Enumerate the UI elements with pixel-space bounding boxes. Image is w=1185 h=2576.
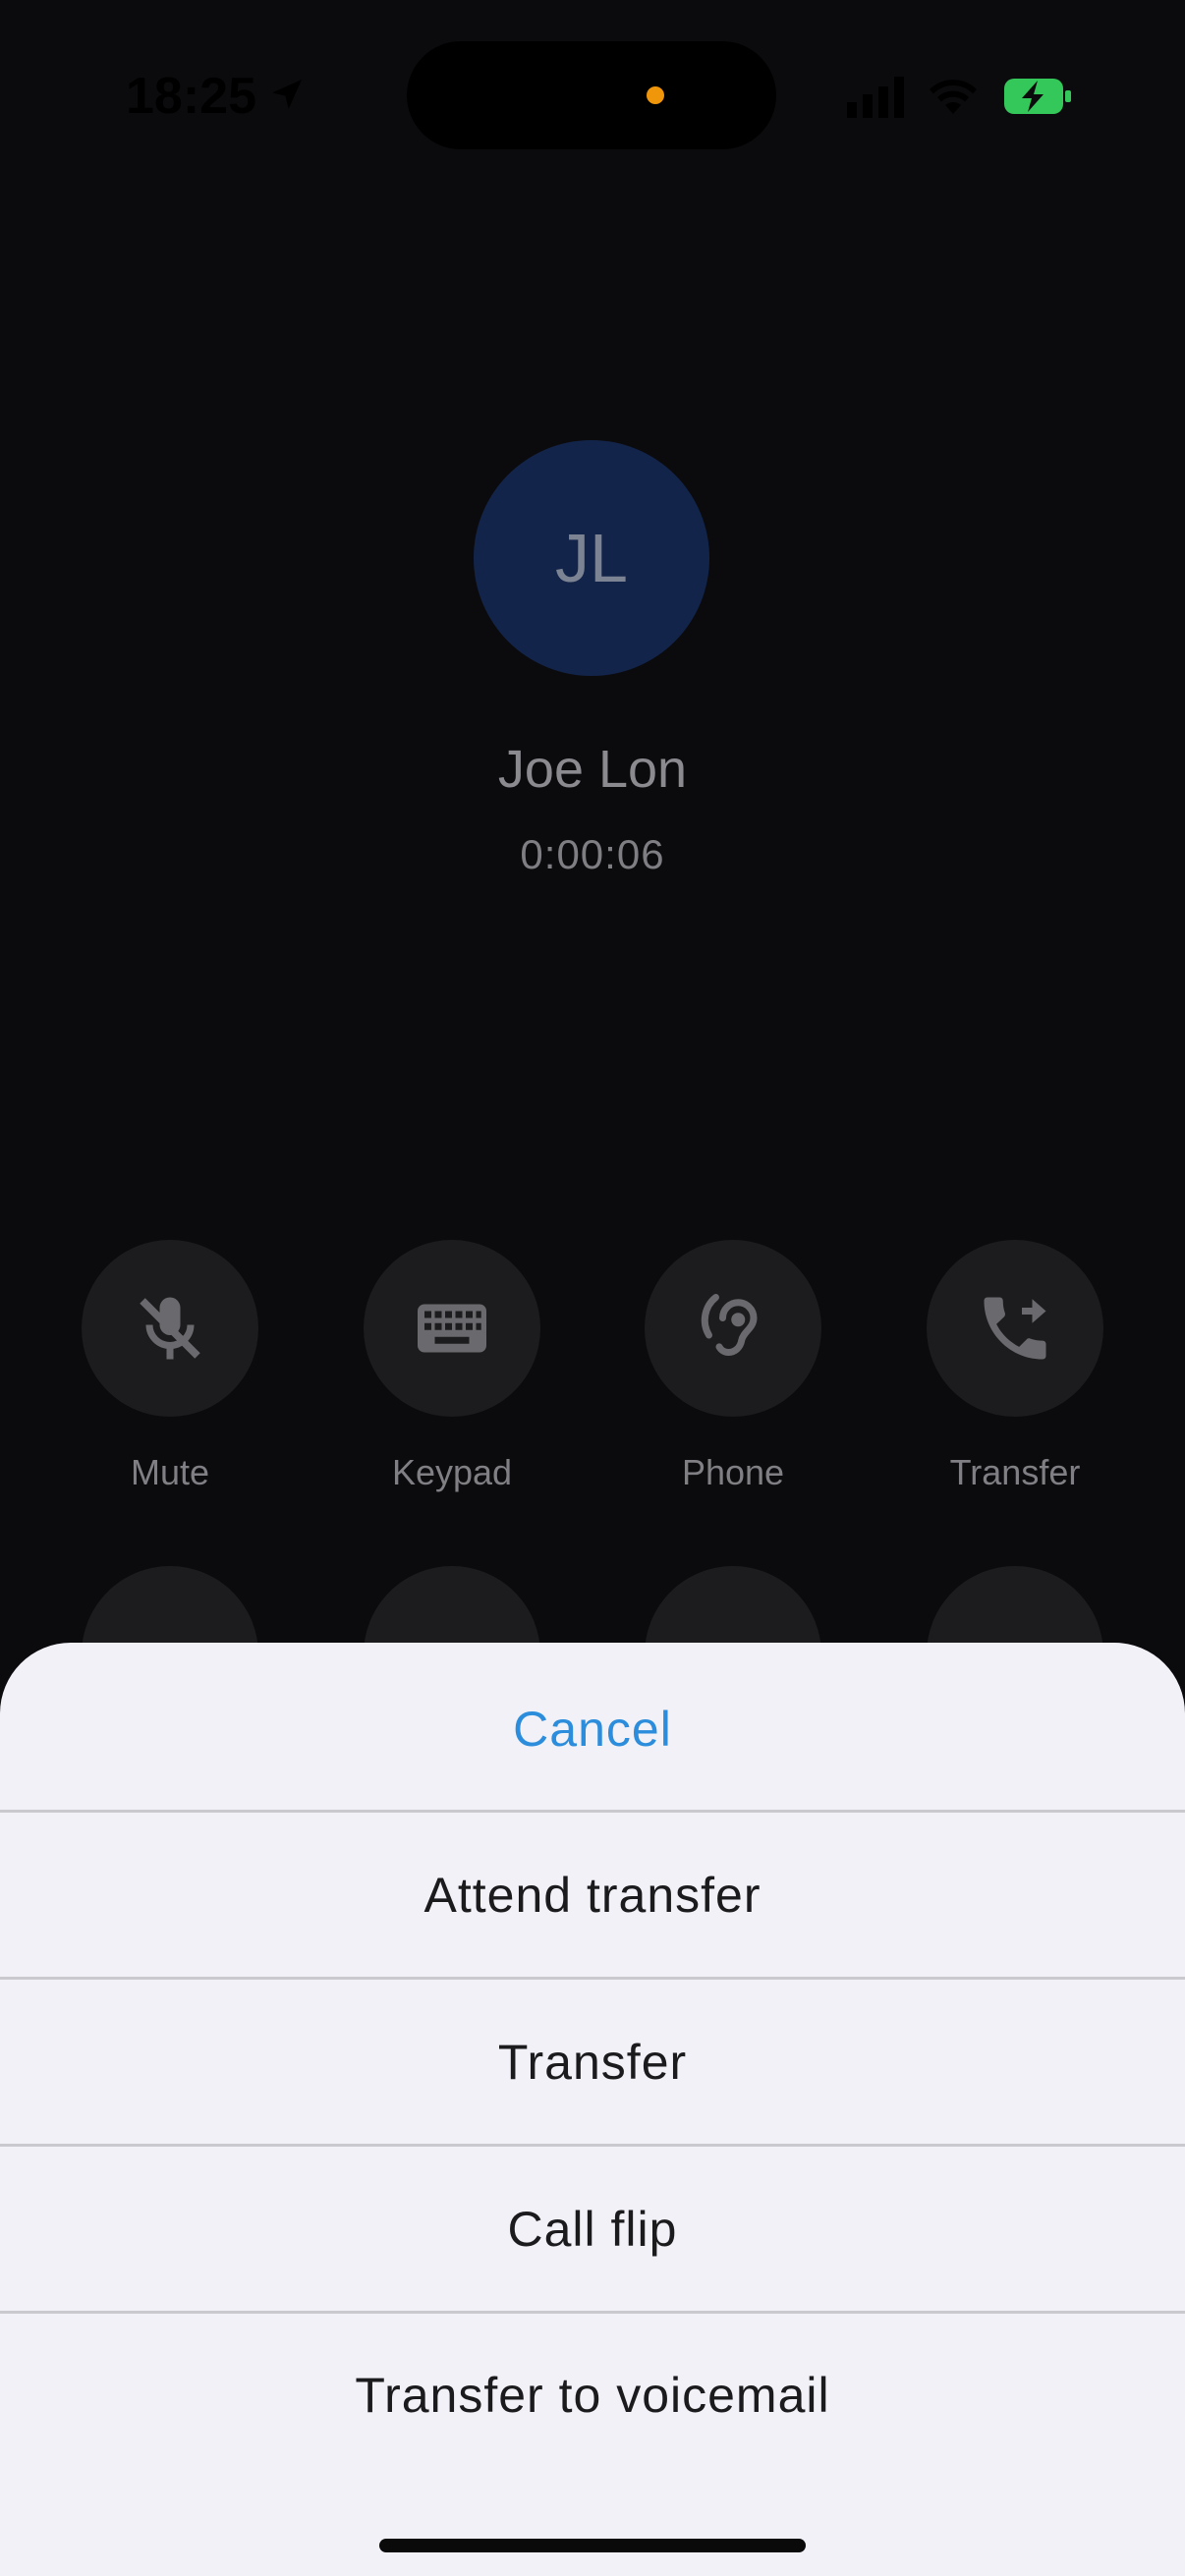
transfer-action-sheet: Cancel Attend transfer Transfer Call fli… [0, 1643, 1185, 2576]
hearing-icon [701, 1294, 758, 1356]
home-indicator[interactable] [379, 2539, 806, 2552]
dynamic-island [407, 41, 776, 149]
keypad-button[interactable] [364, 1240, 540, 1417]
phone-audio-button[interactable] [645, 1240, 821, 1417]
transfer-label: Transfer [949, 1452, 1081, 1492]
call-flip-option[interactable]: Call flip [0, 2147, 1185, 2312]
mute-button[interactable] [82, 1240, 258, 1417]
attend-transfer-option[interactable]: Attend transfer [0, 1813, 1185, 1978]
battery-charging-icon [1004, 79, 1071, 114]
mute-label: Mute [130, 1452, 210, 1492]
transfer-to-voicemail-option[interactable]: Transfer to voicemail [0, 2313, 1185, 2478]
transfer-option[interactable]: Transfer [0, 1980, 1185, 2145]
caller-name: Joe Lon [497, 740, 688, 799]
signal-bars-icon [847, 77, 904, 118]
call-timer: 0:00:06 [520, 831, 665, 877]
keypad-label: Keypad [391, 1452, 513, 1492]
status-time: 18:25 [126, 68, 256, 125]
privacy-indicator-dot [647, 86, 664, 104]
keyboard-icon [418, 1304, 486, 1353]
location-arrow-icon [272, 80, 302, 109]
phone-forward-icon [984, 1297, 1046, 1360]
transfer-button[interactable] [927, 1240, 1103, 1417]
caller-avatar: JL [474, 440, 709, 676]
phone-label: Phone [681, 1452, 785, 1492]
caller-initials: JL [555, 520, 628, 596]
wifi-icon [930, 80, 977, 114]
mic-off-icon [140, 1297, 200, 1360]
cancel-button[interactable]: Cancel [0, 1647, 1185, 1812]
